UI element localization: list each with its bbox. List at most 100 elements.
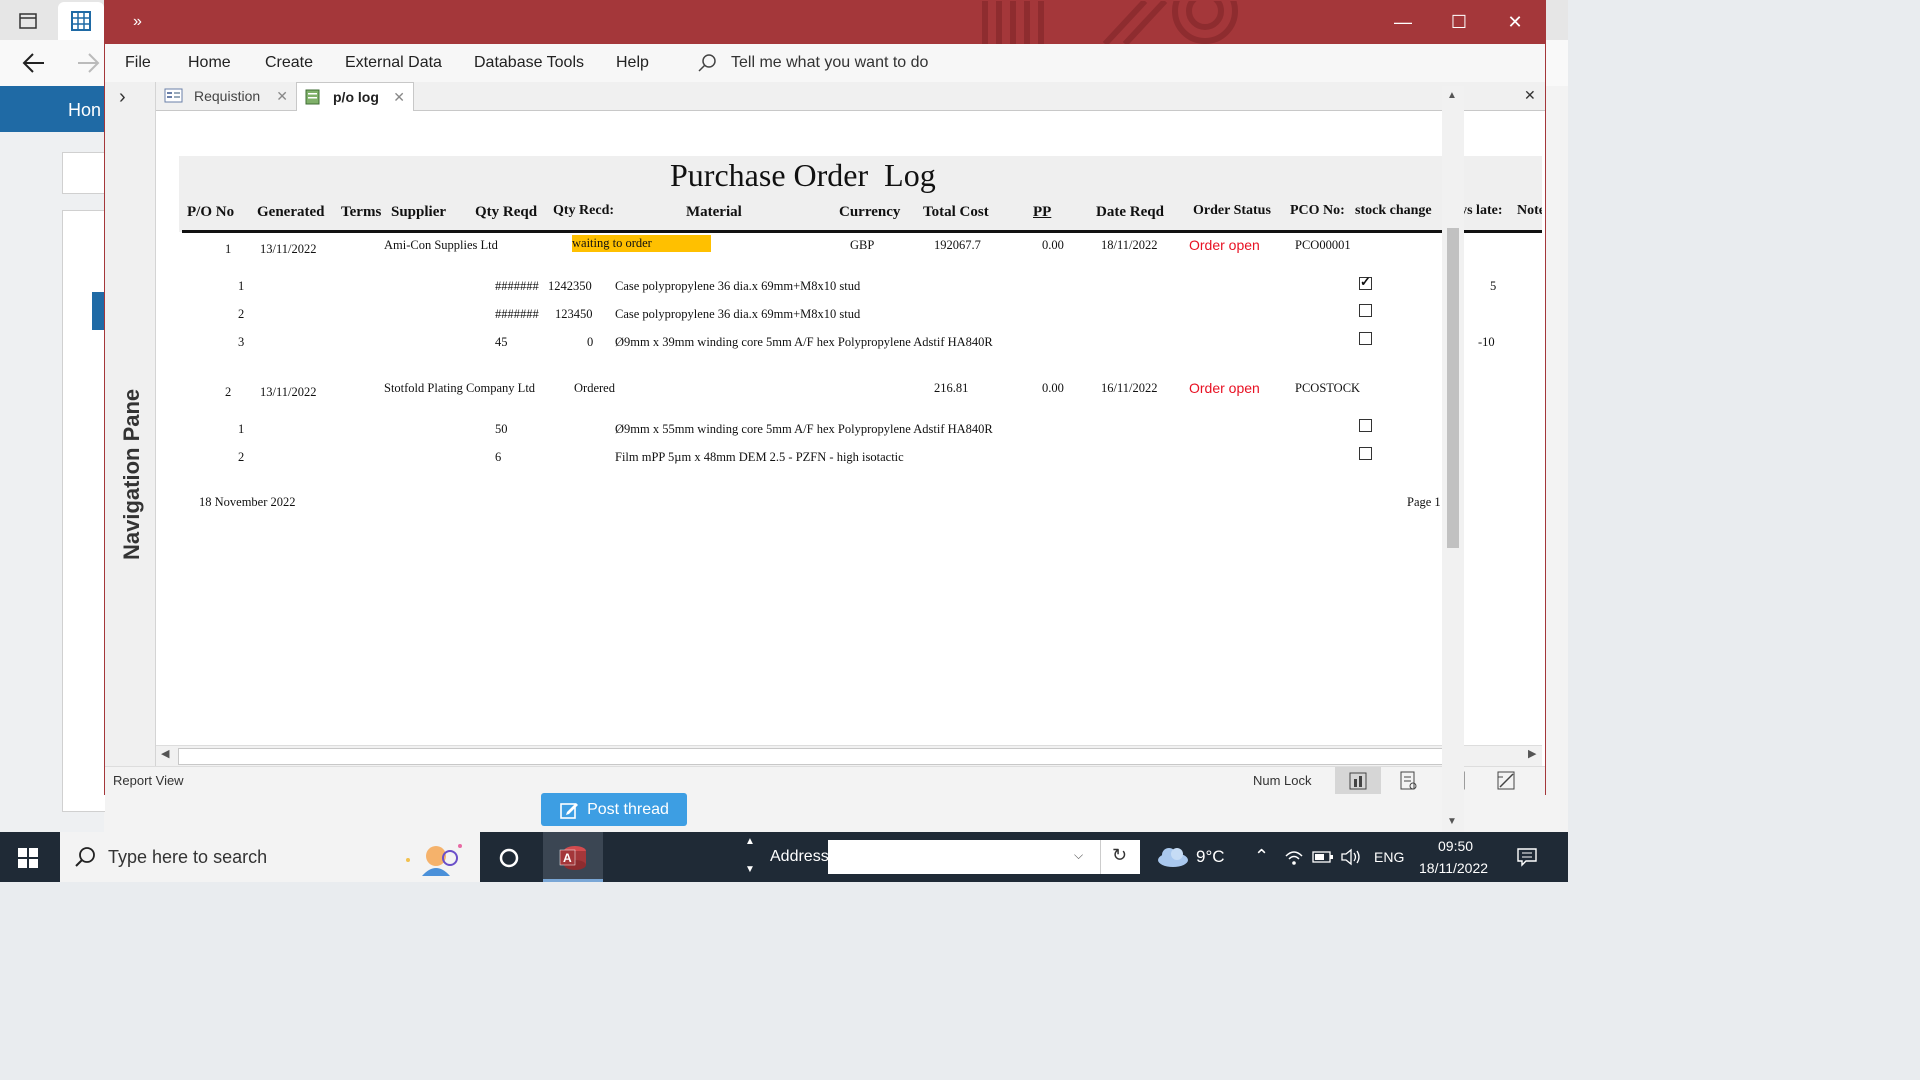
line-qty-reqd: ####### (495, 307, 539, 321)
weather-temperature[interactable]: 9°C (1196, 847, 1225, 867)
notification-icon[interactable] (1516, 847, 1538, 867)
header-rule (182, 230, 1542, 233)
language-indicator[interactable]: ENG (1374, 849, 1404, 865)
tab-requistion[interactable]: Requistion ✕ (158, 82, 296, 110)
ribbon-menu: File Home Create External Data Database … (105, 44, 1545, 83)
vertical-scrollbar[interactable]: ▲ ▼ (1442, 86, 1464, 832)
show-hidden-icons[interactable]: ⌃ (1254, 846, 1269, 867)
stock-change-checkbox[interactable] (1359, 419, 1372, 432)
navigation-pane[interactable]: › Navigation Pane (105, 82, 156, 766)
tab-po-log[interactable]: p/o log ✕ (296, 82, 414, 111)
tab-overview-icon[interactable] (10, 6, 46, 36)
toolbar-down-icon[interactable]: ▼ (745, 864, 755, 875)
close-tab-icon[interactable]: ✕ (276, 88, 288, 105)
col-pp: PP (1033, 204, 1052, 220)
cortana-icon[interactable] (498, 847, 520, 869)
search-icon (698, 54, 716, 72)
scroll-thumb[interactable] (178, 748, 1460, 765)
col-currency: Currency (839, 204, 901, 220)
line-qty-reqd: 6 (495, 450, 502, 464)
scroll-down-icon[interactable]: ▼ (1447, 816, 1457, 827)
form-icon (164, 88, 183, 103)
clock-time[interactable]: 09:50 (1438, 838, 1473, 854)
volume-icon[interactable] (1340, 848, 1362, 866)
stock-change-checkbox[interactable] (1359, 274, 1372, 290)
line-days-late: 5 (1490, 279, 1497, 293)
close-tab-icon[interactable]: ✕ (393, 89, 405, 106)
line-number: 2 (238, 450, 245, 464)
col-generated: Generated (257, 204, 325, 220)
col-stock-change: stock change (1355, 203, 1432, 218)
menu-create[interactable]: Create (265, 54, 313, 72)
refresh-icon[interactable]: ↻ (1112, 845, 1127, 866)
line-number: 1 (238, 279, 245, 293)
col-qty-recd: Qty Recd: (553, 203, 615, 218)
search-highlight-icon (406, 844, 462, 876)
line-number: 3 (238, 335, 245, 349)
design-view-button[interactable] (1483, 767, 1529, 794)
status-bar: Report View Num Lock (105, 766, 1545, 795)
tab-label: p/o log (333, 89, 379, 105)
order-po-no: 2 (225, 385, 232, 399)
scroll-right-icon[interactable]: ▶ (1528, 747, 1536, 760)
windows-start-icon[interactable] (18, 848, 38, 868)
menu-help[interactable]: Help (616, 54, 649, 72)
wifi-icon[interactable] (1284, 848, 1304, 866)
line-qty-recd: 1242350 (548, 279, 592, 293)
order-status-text[interactable]: waiting to order (572, 235, 711, 252)
order-pp: 0.00 (1042, 381, 1064, 395)
toolbar-up-icon[interactable]: ▲ (745, 836, 755, 847)
stock-change-checkbox[interactable] (1359, 304, 1372, 317)
menu-file[interactable]: File (125, 54, 151, 72)
view-mode-label: Report View (113, 773, 184, 788)
taskbar: Type here to search A ▲ ▼ Address ⌵ ↻ 9°… (0, 832, 1568, 882)
stock-change-checkbox[interactable] (1359, 332, 1372, 345)
menu-home[interactable]: Home (188, 54, 231, 72)
quick-access-chevron[interactable]: » (133, 13, 142, 31)
address-input[interactable]: ⌵ ↻ (828, 840, 1140, 874)
report-view-button[interactable] (1335, 767, 1381, 794)
home-banner[interactable]: Hon (0, 86, 104, 132)
clock-date[interactable]: 18/11/2022 (1419, 860, 1488, 876)
post-thread-button[interactable]: Post thread (541, 793, 687, 826)
scroll-thumb[interactable] (1447, 228, 1459, 548)
col-total-cost: Total Cost (923, 204, 989, 220)
address-divider (1100, 840, 1101, 874)
title-bar-pattern (982, 1, 1238, 44)
scroll-up-icon[interactable]: ▲ (1447, 90, 1457, 101)
col-note: Note (1517, 203, 1542, 218)
print-preview-button[interactable] (1385, 767, 1431, 794)
chevron-down-icon[interactable]: ⌵ (1074, 848, 1083, 863)
battery-icon[interactable] (1312, 849, 1334, 865)
nav-pane-toggle-icon[interactable]: › (119, 86, 126, 109)
forward-arrow-icon[interactable] (74, 50, 102, 76)
close-button[interactable]: ✕ (1487, 1, 1543, 44)
col-po-no: P/O No (187, 204, 235, 220)
col-material: Material (686, 204, 742, 220)
menu-external-data[interactable]: External Data (345, 54, 442, 72)
taskbar-search-box[interactable]: Type here to search (60, 832, 480, 882)
order-status-text: Ordered (574, 381, 615, 395)
address-label: Address (770, 848, 829, 865)
line-material: Case polypropylene 36 dia.x 69mm+M8x10 s… (615, 279, 861, 293)
line-days-late: -10 (1478, 335, 1495, 349)
maximize-button[interactable]: ☐ (1431, 1, 1487, 44)
access-window: » — ☐ ✕ File Home Create External Data D… (104, 0, 1546, 795)
close-document-icon[interactable]: ✕ (1524, 87, 1536, 104)
line-qty-reqd: ####### (495, 279, 539, 293)
minimize-button[interactable]: — (1375, 1, 1431, 44)
app-grid-tab[interactable] (58, 2, 104, 40)
line-qty-recd: 123450 (555, 307, 593, 321)
scroll-left-icon[interactable]: ◀ (161, 747, 169, 760)
stock-change-checkbox[interactable] (1359, 447, 1372, 460)
horizontal-scrollbar[interactable]: ◀ ▶ (156, 745, 1542, 766)
access-taskbar-button[interactable]: A (543, 832, 603, 882)
line-material: Case polypropylene 36 dia.x 69mm+M8x10 s… (615, 307, 861, 321)
tell-me-search[interactable]: Tell me what you want to do (731, 54, 928, 72)
menu-database-tools[interactable]: Database Tools (474, 54, 584, 72)
back-arrow-icon[interactable] (20, 50, 48, 76)
title-bar: » — ☐ ✕ (105, 1, 1545, 44)
post-thread-label: Post thread (587, 800, 669, 818)
cloud-icon (1158, 848, 1188, 867)
order-pco-no: PCO00001 (1295, 238, 1351, 252)
